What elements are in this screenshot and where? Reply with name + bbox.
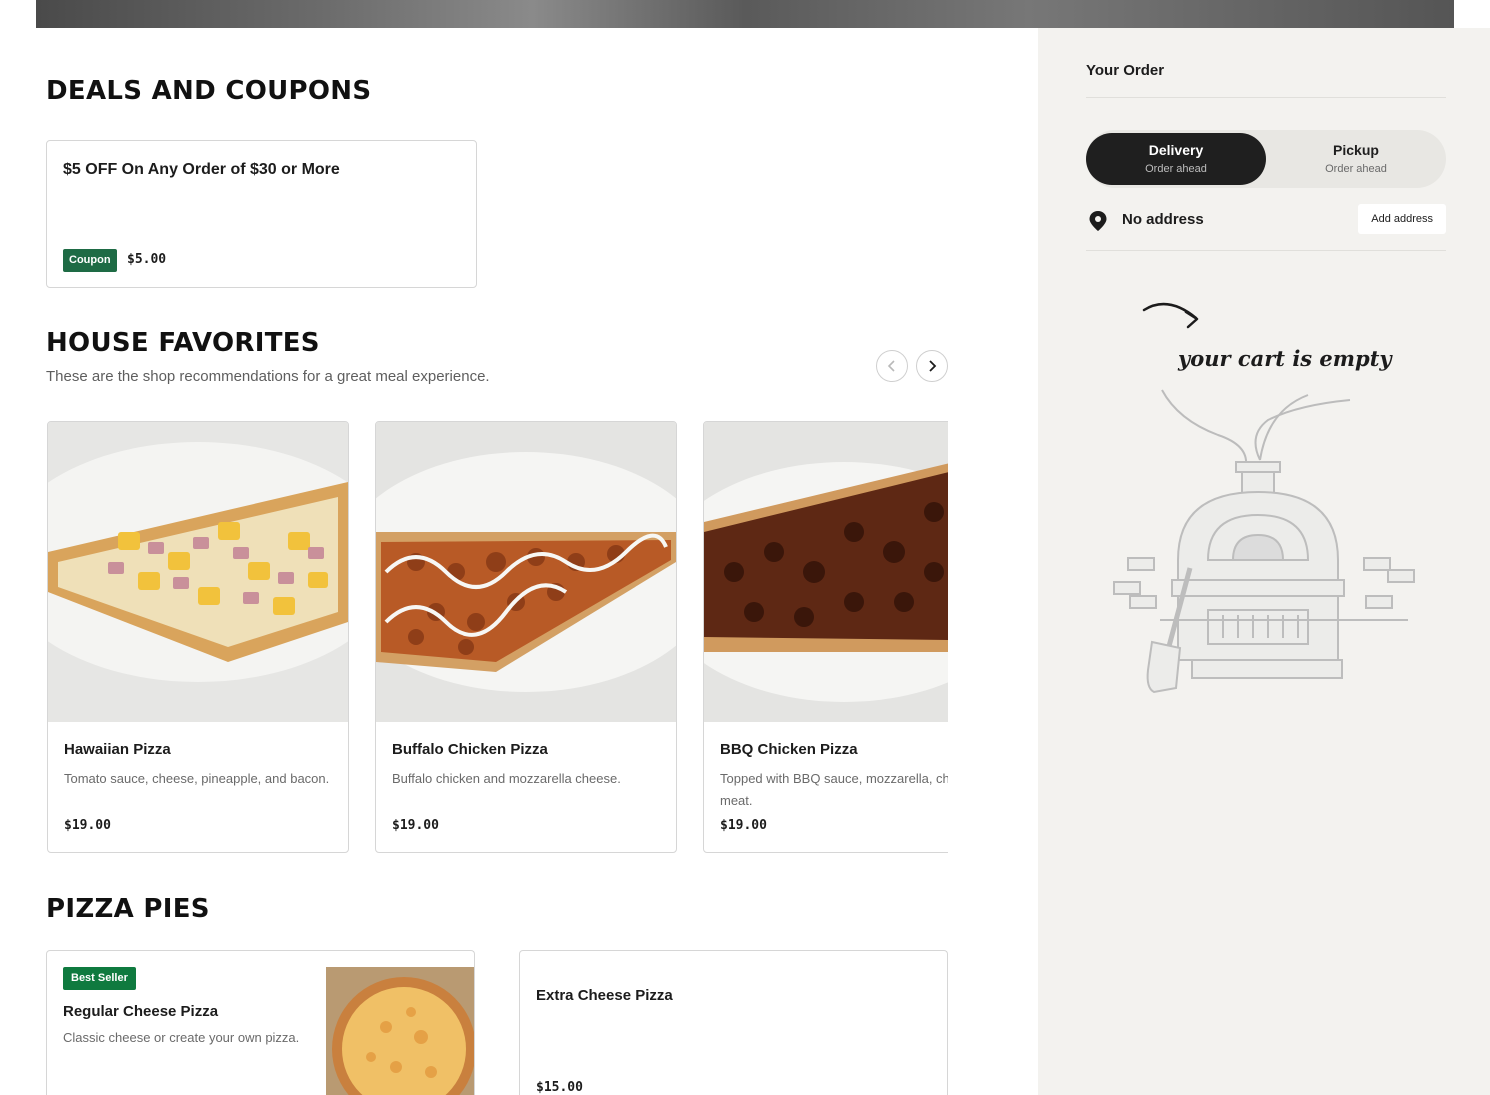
address-row: No address Add address: [1086, 204, 1446, 236]
product-description: Buffalo chicken and mozzarella cheese.: [392, 771, 621, 786]
product-image: [704, 422, 948, 722]
favorites-carousel: Hawaiian Pizza Tomato sauce, cheese, pin…: [46, 420, 948, 854]
product-price: $19.00: [64, 818, 111, 833]
delivery-sublabel: Order ahead: [1145, 163, 1207, 175]
hero-banner-image: [36, 0, 1454, 28]
pickup-option[interactable]: Pickup Order ahead: [1266, 133, 1446, 185]
product-price: $15.00: [536, 1080, 583, 1095]
product-price: $19.00: [720, 818, 767, 833]
deals-section-title: DEALS AND COUPONS: [46, 76, 372, 106]
product-name: Hawaiian Pizza: [64, 741, 171, 758]
product-description: Classic cheese or create your own pizza.: [63, 1030, 300, 1045]
carousel-prev-button[interactable]: [876, 350, 908, 382]
product-card[interactable]: Buffalo Chicken Pizza Buffalo chicken an…: [375, 421, 677, 853]
divider: [1086, 97, 1446, 98]
product-price: $19.00: [392, 818, 439, 833]
order-title: Your Order: [1086, 62, 1165, 79]
divider: [1086, 250, 1446, 251]
coupon-card[interactable]: $5 OFF On Any Order of $30 or More Coupo…: [46, 140, 477, 288]
carousel-next-button[interactable]: [916, 350, 948, 382]
empty-cart-text: your cart is empty: [1177, 346, 1393, 371]
best-seller-badge: Best Seller: [63, 967, 136, 990]
menu-content: DEALS AND COUPONS $5 OFF On Any Order of…: [0, 28, 1038, 1095]
location-pin-icon: [1089, 211, 1107, 231]
empty-cart-illustration: your cart is empty: [1113, 302, 1415, 694]
coupon-badge: Coupon: [63, 249, 117, 272]
pickup-label: Pickup: [1333, 142, 1379, 158]
coupon-amount: $5.00: [127, 252, 167, 267]
pizza-pies-section-title: PIZZA PIES: [46, 894, 210, 924]
product-name: BBQ Chicken Pizza: [720, 741, 858, 758]
favorites-subtitle: These are the shop recommendations for a…: [46, 368, 490, 385]
product-image: [326, 967, 474, 1095]
chevron-right-icon: [929, 360, 937, 372]
product-card[interactable]: Extra Cheese Pizza $15.00: [519, 950, 948, 1095]
product-image: [48, 422, 348, 722]
address-text: No address: [1122, 211, 1204, 228]
product-name: Regular Cheese Pizza: [63, 1003, 219, 1020]
favorites-section-title: HOUSE FAVORITES: [46, 328, 320, 358]
pickup-sublabel: Order ahead: [1325, 163, 1387, 175]
product-card[interactable]: Best Seller Regular Cheese Pizza Classic…: [46, 950, 475, 1095]
delivery-label: Delivery: [1148, 142, 1204, 158]
coupon-title: $5 OFF On Any Order of $30 or More: [63, 161, 340, 178]
product-description: Topped with BBQ sauce, mozzarella, chick…: [720, 771, 948, 808]
product-card[interactable]: BBQ Chicken Pizza Topped with BBQ sauce,…: [703, 421, 948, 853]
delivery-option[interactable]: Delivery Order ahead: [1086, 133, 1266, 185]
product-image: [376, 422, 676, 722]
product-name: Buffalo Chicken Pizza: [392, 741, 548, 758]
product-description: Tomato sauce, cheese, pineapple, and bac…: [64, 771, 330, 786]
fulfillment-toggle: Delivery Order ahead Pickup Order ahead: [1086, 130, 1446, 188]
chevron-left-icon: [887, 360, 895, 372]
product-card[interactable]: Hawaiian Pizza Tomato sauce, cheese, pin…: [47, 421, 349, 853]
add-address-button[interactable]: Add address: [1358, 204, 1446, 234]
order-sidebar: Your Order Delivery Order ahead Pickup O…: [1038, 28, 1490, 1095]
product-name: Extra Cheese Pizza: [536, 987, 673, 1004]
